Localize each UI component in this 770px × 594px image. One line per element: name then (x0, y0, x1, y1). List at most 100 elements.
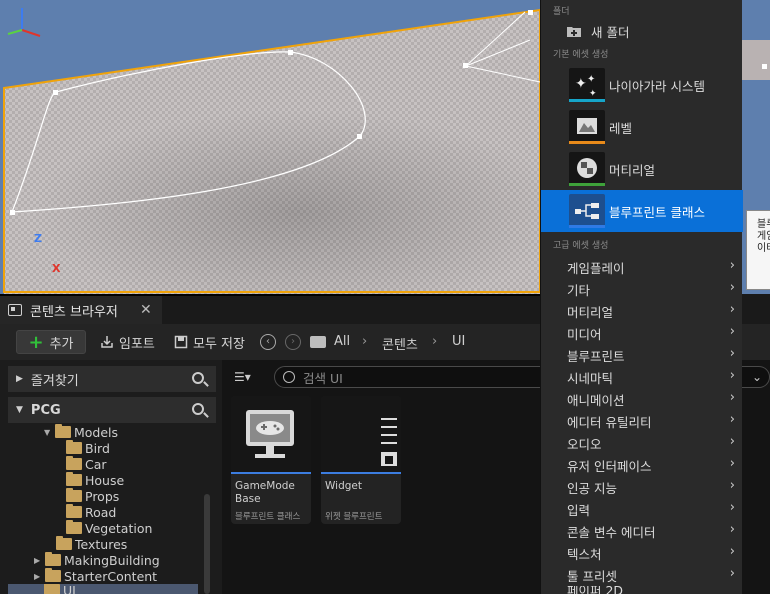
submenu-paper-2d[interactable]: 페이퍼 2D (541, 586, 743, 594)
folder-icon (56, 536, 72, 550)
menu-label: 미디어 (567, 326, 602, 342)
submenu-texture[interactable]: 텍스처 › (541, 542, 743, 564)
menu-item-new-folder[interactable]: 새 폴더 (541, 20, 743, 42)
breadcrumb-separator: › (432, 334, 438, 349)
menu-item-niagara-system[interactable]: ✦ ✦ ✦ 나이아가라 시스템 (541, 64, 743, 106)
submenu-console-variable-editor[interactable]: 콘솔 변수 에디터 › (541, 520, 743, 542)
submenu-editor-utility[interactable]: 에디터 유틸리티 › (541, 410, 743, 432)
tree-folder-car[interactable]: Car (66, 456, 107, 472)
submenu-user-interface[interactable]: 유저 인터페이스 › (541, 454, 743, 476)
asset-name: GameMode Base (235, 480, 295, 505)
save-icon (174, 335, 188, 349)
tooltip-line: 블루 (757, 219, 770, 230)
history-back-button[interactable]: ‹ (260, 334, 276, 350)
tree-folder-road[interactable]: Road (66, 504, 116, 520)
svg-text:✦: ✦ (587, 74, 595, 85)
tree-folder-vegetation[interactable]: Vegetation (66, 520, 152, 536)
asset-tile-widget[interactable]: Widget 위젯 블루프린트 (321, 396, 401, 524)
expanded-arrow-icon: ▼ (16, 405, 23, 415)
menu-label: 기타 (567, 282, 591, 298)
asset-type: 위젯 블루프린트 (325, 512, 383, 522)
blueprint-icon (569, 194, 605, 228)
asset-thumbnail (321, 396, 401, 474)
menu-label: 새 폴더 (591, 24, 630, 40)
save-all-label: 모두 저장 (193, 336, 245, 352)
menu-item-material[interactable]: 머티리얼 (541, 148, 743, 190)
tree-selection-highlight (8, 584, 198, 594)
add-button[interactable]: + 추가 (16, 330, 86, 354)
search-icon[interactable] (192, 403, 204, 415)
submenu-artificial-intelligence[interactable]: 인공 지능 › (541, 476, 743, 498)
chevron-right-icon: › (729, 522, 735, 537)
tree-label: MakingBuilding (64, 552, 160, 568)
tree-label: Bird (85, 440, 110, 456)
submenu-gameplay[interactable]: 게임플레이 › (541, 256, 743, 278)
tree-label: Car (85, 456, 107, 472)
tree-folder-house[interactable]: House (66, 472, 124, 488)
breadcrumb-ui[interactable]: UI (452, 334, 465, 349)
tree-label: StarterContent (64, 568, 158, 584)
search-icon (283, 371, 295, 383)
menu-label: 레벨 (609, 120, 633, 136)
breadcrumb-content[interactable]: 콘텐츠 (382, 334, 418, 353)
history-forward-button[interactable]: › (285, 334, 301, 350)
chevron-right-icon: › (729, 280, 735, 295)
add-asset-context-menu: 폴더 새 폴더 기본 에셋 생성 ✦✦✦ 나이아가라 시스템 레벨 머티리얼 (540, 0, 743, 594)
tab-content-browser[interactable]: 콘텐츠 브라우저 (0, 296, 162, 324)
tree-label: Props (85, 488, 120, 504)
import-button[interactable]: 임포트 (100, 330, 155, 354)
filter-icon[interactable]: ☰▾ (234, 370, 251, 384)
tree-label: Vegetation (85, 520, 153, 536)
asset-tile-gamemode-base[interactable]: GameMode Base 블루프린트 클래스 (231, 396, 311, 524)
menu-item-blueprint-class[interactable]: 블루프린트 클래스 (541, 190, 743, 232)
folder-icon (44, 584, 60, 594)
submenu-blueprint[interactable]: 블루프린트 › (541, 344, 743, 366)
material-icon (569, 152, 605, 186)
search-icon[interactable] (192, 372, 204, 384)
axis-x-label: X (52, 262, 61, 275)
right-edge-filler (742, 294, 770, 324)
search-placeholder: 검색 UI (303, 370, 343, 386)
submenu-material[interactable]: 머티리얼 › (541, 300, 743, 322)
svg-text:✦: ✦ (589, 89, 597, 99)
menu-label: 인공 지능 (567, 480, 617, 496)
project-label: PCG (30, 402, 61, 418)
settings-dropdown[interactable]: ⌄ (742, 366, 770, 388)
tree-folder-models[interactable]: ▼ Models (44, 424, 118, 440)
submenu-tool-presets[interactable]: 툴 프리셋 › (541, 564, 743, 586)
expanded-arrow-icon: ▼ (44, 427, 51, 437)
collapsed-arrow-icon: ▶ (16, 374, 23, 384)
menu-item-level[interactable]: 레벨 (541, 106, 743, 148)
breadcrumb-separator: › (362, 334, 368, 349)
tooltip: 블루 게임 이터 (746, 210, 770, 290)
asset-thumbnail (231, 396, 311, 474)
tree-folder-props[interactable]: Props (66, 488, 119, 504)
submenu-animation[interactable]: 애니메이션 › (541, 388, 743, 410)
chevron-right-icon: › (729, 346, 735, 361)
favorites-header[interactable]: ▶ 즐겨찾기 (8, 366, 216, 392)
tree-folder-starter-content[interactable]: ▶ StarterContent (34, 568, 157, 584)
submenu-media[interactable]: 미디어 › (541, 322, 743, 344)
project-header[interactable]: ▼ PCG (8, 397, 216, 423)
import-label: 임포트 (119, 336, 155, 352)
tree-folder-ui[interactable]: UI (44, 584, 76, 594)
import-icon (101, 336, 113, 348)
tab-close-button[interactable]: ✕ (140, 302, 152, 318)
submenu-cinematic[interactable]: 시네마틱 › (541, 366, 743, 388)
folder-icon (66, 472, 82, 486)
submenu-audio[interactable]: 오디오 › (541, 432, 743, 454)
submenu-misc[interactable]: 기타 › (541, 278, 743, 300)
tree-label: Road (85, 504, 117, 520)
submenu-input[interactable]: 입력 › (541, 498, 743, 520)
menu-label: 툴 프리셋 (567, 568, 617, 584)
menu-label: 블루프린트 클래스 (609, 204, 705, 220)
menu-label: 유저 인터페이스 (567, 458, 652, 474)
tree-folder-making-building[interactable]: ▶ MakingBuilding (34, 552, 160, 568)
save-all-button[interactable]: 모두 저장 (174, 330, 245, 354)
tree-scrollbar[interactable] (204, 494, 210, 594)
tree-folder-bird[interactable]: Bird (66, 440, 110, 456)
tree-folder-textures[interactable]: Textures (56, 536, 127, 552)
collapsed-arrow-icon: ▶ (34, 571, 41, 581)
folder-icon[interactable] (310, 336, 326, 348)
breadcrumb-all[interactable]: All (334, 334, 350, 349)
